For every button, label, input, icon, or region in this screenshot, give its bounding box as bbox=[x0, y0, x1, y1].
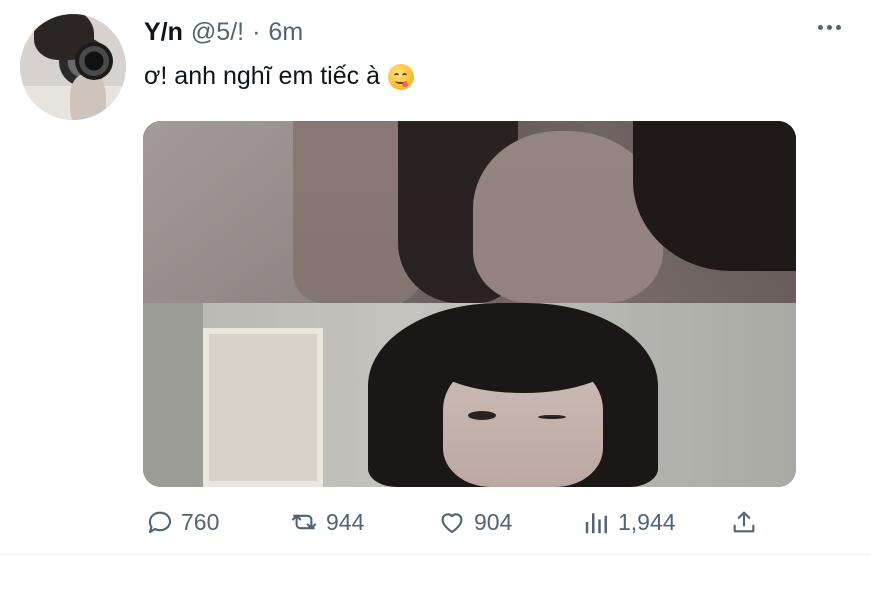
retweet-button[interactable]: 944 bbox=[288, 505, 364, 539]
tweet-text-content: ơ! anh nghĩ em tiếc à bbox=[144, 62, 380, 90]
retweet-count: 944 bbox=[326, 508, 365, 535]
media-photo-1[interactable] bbox=[143, 121, 796, 303]
tweet-text: ơ! anh nghĩ em tiếc à bbox=[144, 62, 414, 91]
more-options-icon[interactable] bbox=[818, 25, 841, 30]
author-handle[interactable]: @5/! bbox=[191, 18, 244, 47]
tweet-media[interactable] bbox=[143, 121, 796, 487]
like-count: 904 bbox=[474, 508, 513, 535]
tweet-header: Y/n @5/! · 6m bbox=[144, 14, 303, 50]
divider bbox=[0, 554, 871, 555]
avatar[interactable] bbox=[20, 14, 126, 120]
reply-icon bbox=[148, 511, 172, 534]
reply-button[interactable]: 760 bbox=[145, 505, 219, 539]
views-count: 1,944 bbox=[618, 508, 676, 535]
reply-count: 760 bbox=[181, 508, 220, 535]
face-savoring-food-icon bbox=[387, 63, 414, 90]
avatar-camera bbox=[75, 42, 113, 80]
share-button[interactable] bbox=[730, 505, 758, 539]
analytics-bars-icon bbox=[585, 513, 607, 534]
media-photo-2[interactable] bbox=[143, 303, 796, 487]
header-separator: · bbox=[252, 17, 261, 46]
tweet[interactable]: Y/n @5/! · 6m ơ! anh nghĩ em tiếc à 760 … bbox=[0, 0, 871, 600]
views-button[interactable]: 1,944 bbox=[582, 505, 676, 539]
retweet-icon bbox=[291, 514, 317, 530]
tweet-timestamp[interactable]: 6m bbox=[268, 18, 303, 47]
share-icon bbox=[733, 511, 755, 533]
like-button[interactable]: 904 bbox=[436, 505, 512, 539]
tweet-actions: 760 944 904 1,944 bbox=[145, 505, 785, 539]
more-dot bbox=[818, 25, 823, 30]
avatar-arm bbox=[70, 74, 106, 120]
author-name[interactable]: Y/n bbox=[144, 18, 183, 47]
more-dot bbox=[836, 25, 841, 30]
more-dot bbox=[827, 25, 832, 30]
heart-icon bbox=[441, 513, 463, 534]
